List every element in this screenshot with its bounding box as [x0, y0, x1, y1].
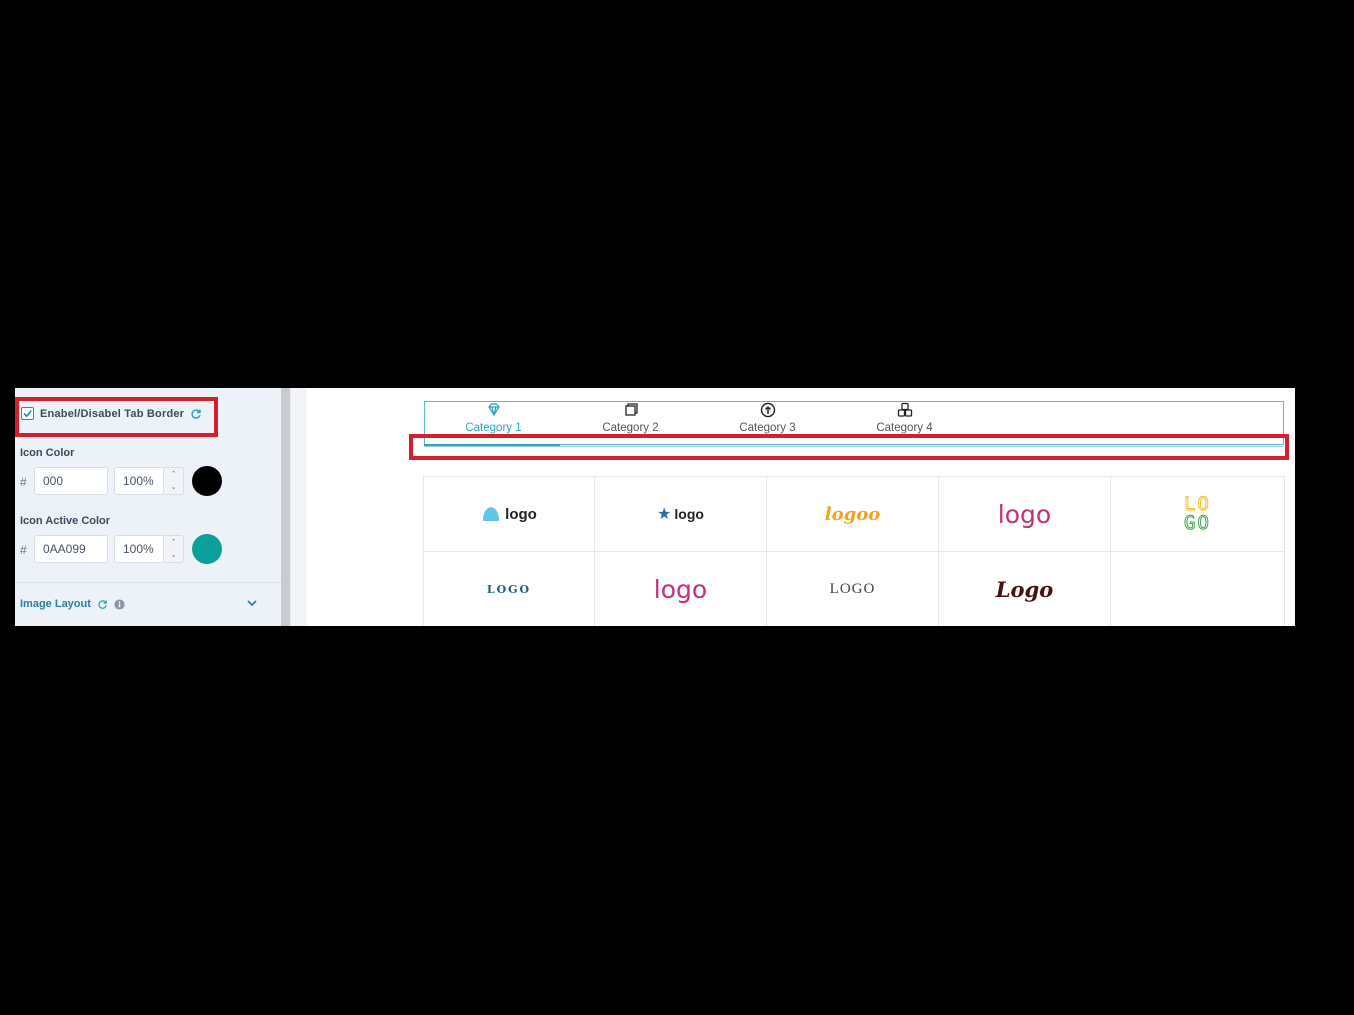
logo-text: logo [674, 506, 704, 522]
logo-text: GO [1184, 512, 1211, 534]
copy-icon [624, 403, 638, 416]
image-layout-section[interactable]: Image Layout [20, 598, 125, 610]
logo-cell[interactable]: ★ logo [595, 477, 767, 552]
icon-active-color-label: Icon Active Color [20, 515, 111, 527]
icon-color-hex-input[interactable]: 000 [34, 467, 108, 495]
tab-label: Category 2 [602, 422, 659, 434]
hash-symbol: # [20, 475, 27, 489]
tab-label: Category 3 [739, 422, 796, 434]
bell-icon [483, 507, 500, 521]
settings-panel: Enabel/Disabel Tab Border Icon Color # 0… [15, 388, 281, 626]
image-layout-label: Image Layout [20, 598, 91, 610]
divider [15, 582, 281, 583]
logo-cell[interactable]: LOGO [423, 552, 595, 626]
logo-cell[interactable]: LOGO [767, 552, 939, 626]
icon-color-label: Icon Color [20, 447, 75, 459]
logo-cell[interactable]: logoo [767, 477, 939, 552]
logo-cell-empty [1111, 552, 1285, 626]
preview-canvas: Category 1 Category 2 Category 3 Categor… [307, 388, 1295, 626]
logo-text: logo [997, 499, 1052, 529]
panel-scrollbar-thumb[interactable] [281, 388, 290, 626]
highlight-box-checkbox [15, 397, 218, 437]
icon-active-color-hex-input[interactable]: 0AA099 [34, 535, 108, 563]
highlight-box-tab-border [409, 434, 1289, 460]
icon-active-color-opacity-stepper[interactable]: ⌃ ⌄ [164, 535, 184, 563]
logo-cell[interactable]: Logo [939, 552, 1111, 626]
hash-symbol: # [20, 543, 27, 557]
reset-icon[interactable] [97, 599, 108, 610]
info-icon[interactable] [114, 598, 125, 610]
icon-color-opacity-input[interactable]: 100% [114, 467, 164, 495]
tab-label: Category 1 [465, 422, 522, 434]
logo-cell[interactable]: logo [595, 552, 767, 626]
chevron-down-icon[interactable] [245, 596, 259, 610]
icon-color-swatch[interactable] [192, 466, 222, 496]
icon-color-opacity-stepper[interactable]: ⌃ ⌄ [164, 467, 184, 495]
logo-text: Logo [995, 576, 1054, 602]
logo-cell[interactable]: logo [423, 477, 595, 552]
logo-cell[interactable]: LO GO [1111, 477, 1285, 552]
diamond-icon [487, 403, 500, 417]
logo-text: logo [653, 574, 708, 604]
logo-text: logo [505, 505, 537, 523]
tab-label: Category 4 [876, 422, 933, 434]
logo-grid: logo ★ logo logoo logo LO GO LOGO logo L… [423, 476, 1285, 626]
logo-text: LOGO [486, 582, 532, 596]
logo-cell[interactable]: logo [939, 477, 1111, 552]
star-icon: ★ [657, 506, 672, 523]
cubes-icon [897, 402, 912, 417]
canvas-gutter [291, 388, 307, 626]
arrow-up-circle-icon [760, 402, 775, 418]
logo-text: LOGO [829, 580, 876, 597]
editor-window: Enabel/Disabel Tab Border Icon Color # 0… [15, 388, 1295, 626]
icon-active-color-opacity-input[interactable]: 100% [114, 535, 164, 563]
icon-active-color-swatch[interactable] [192, 534, 222, 564]
logo-text: logoo [824, 503, 881, 525]
